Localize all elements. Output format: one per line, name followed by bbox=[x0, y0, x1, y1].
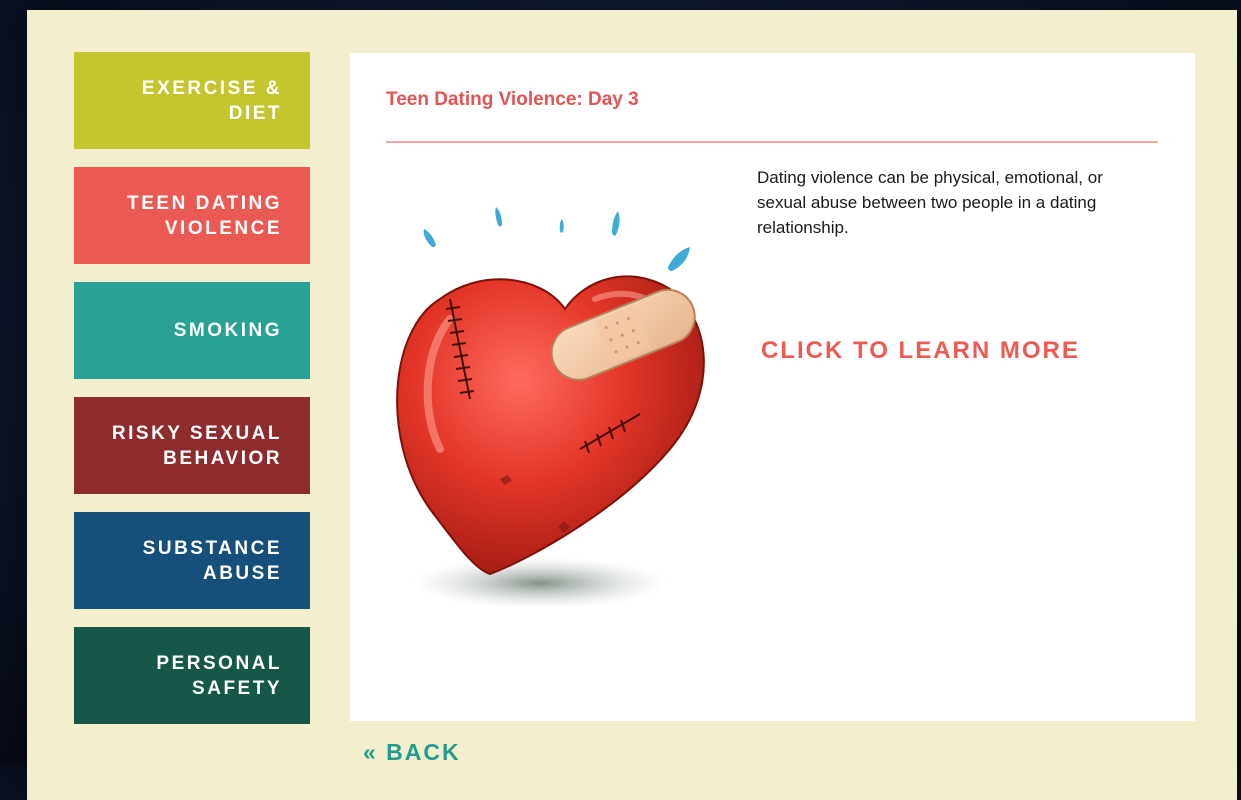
bandaged-heart-illustration bbox=[396, 207, 705, 609]
nav-item-label: EXERCISE & DIET bbox=[141, 77, 282, 124]
content-panel: Teen Dating Violence: Day 3 Dating viole… bbox=[350, 53, 1195, 721]
page-title: Teen Dating Violence: Day 3 bbox=[386, 89, 639, 110]
nav-item-label: SMOKING bbox=[173, 320, 282, 341]
nav-item-teen-dating-violence[interactable]: TEEN DATING VIOLENCE bbox=[74, 167, 310, 264]
nav-item-personal-safety[interactable]: PERSONAL SAFETY bbox=[74, 627, 310, 724]
nav-item-label: SUBSTANCE ABUSE bbox=[142, 537, 282, 584]
learn-more-link[interactable]: CLICK TO LEARN MORE bbox=[761, 337, 1080, 365]
nav-item-label: TEEN DATING VIOLENCE bbox=[127, 192, 282, 239]
title-divider bbox=[386, 141, 1158, 143]
nav-item-risky-sexual-behavior[interactable]: RISKY SEXUAL BEHAVIOR bbox=[74, 397, 310, 494]
description-text: Dating violence can be physical, emotion… bbox=[757, 168, 1103, 237]
nav-item-exercise-diet[interactable]: EXERCISE & DIET bbox=[74, 52, 310, 149]
nav-item-substance-abuse[interactable]: SUBSTANCE ABUSE bbox=[74, 512, 310, 609]
app-frame: EXERCISE & DIET TEEN DATING VIOLENCE SMO… bbox=[27, 10, 1237, 800]
nav-item-smoking[interactable]: SMOKING bbox=[74, 282, 310, 379]
back-link[interactable]: « BACK bbox=[363, 739, 461, 766]
nav-item-label: RISKY SEXUAL BEHAVIOR bbox=[111, 422, 282, 469]
nav-item-label: PERSONAL SAFETY bbox=[156, 652, 282, 699]
